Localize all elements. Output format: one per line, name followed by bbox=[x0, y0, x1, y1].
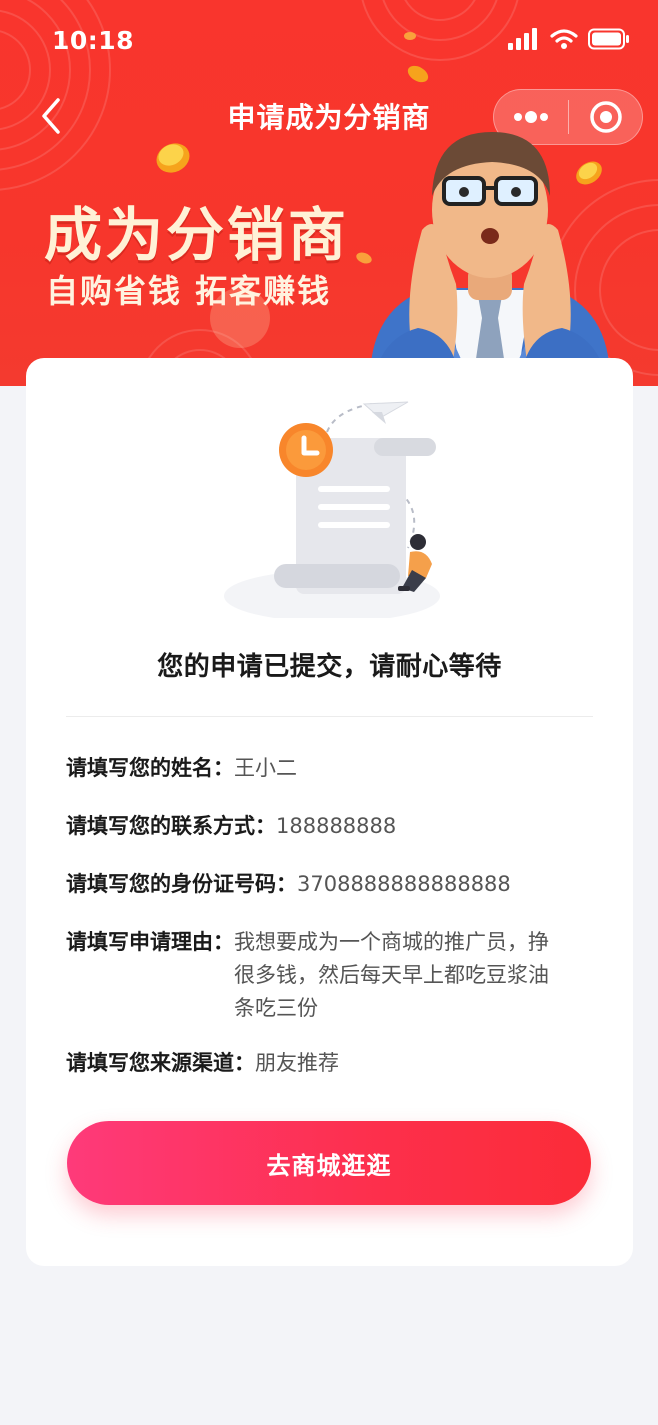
field-label: 请填写您的姓名： bbox=[66, 756, 234, 780]
hero-banner: 10:18 申请成为分销商 成为分销商 自购省钱 拓客赚钱 bbox=[0, 0, 658, 386]
signal-icon bbox=[508, 28, 537, 50]
go-shopping-button[interactable]: 去商城逛逛 bbox=[67, 1121, 591, 1205]
field-label: 请填写您的联系方式： bbox=[66, 814, 276, 838]
divider bbox=[66, 716, 593, 717]
application-submitted-illustration bbox=[224, 401, 440, 618]
submission-status-message: 您的申请已提交，请耐心等待 bbox=[157, 652, 502, 682]
banner-headline: 成为分销商 bbox=[44, 201, 350, 269]
field-label: 请填写您来源渠道： bbox=[66, 1051, 255, 1075]
battery-icon bbox=[588, 28, 629, 50]
field-label: 请填写申请理由： bbox=[66, 930, 234, 954]
businessman-mascot-illustration bbox=[369, 132, 611, 386]
field-value: 王小二 bbox=[234, 756, 297, 780]
banner-subline: 自购省钱 拓客赚钱 bbox=[46, 272, 332, 310]
field-value: 3708888888888888 bbox=[297, 872, 511, 896]
field-id-number: 请填写您的身份证号码： 3708888888888888 bbox=[66, 868, 511, 901]
field-label: 请填写您的身份证号码： bbox=[66, 872, 297, 896]
field-value: 我想要成为一个商城的推广员，挣很多钱，然后每天早上都吃豆浆油条吃三份 bbox=[234, 930, 549, 1020]
application-status-card: 您的申请已提交，请耐心等待 请填写您的姓名： 王小二 请填写您的联系方式： 18… bbox=[26, 358, 633, 1266]
field-value: 朋友推荐 bbox=[255, 1051, 339, 1075]
status-time: 10:18 bbox=[52, 26, 135, 55]
status-icons bbox=[508, 28, 630, 50]
field-reason: 请填写申请理由： 我想要成为一个商城的推广员，挣很多钱，然后每天早上都吃豆浆油条… bbox=[66, 926, 593, 1025]
wifi-icon bbox=[550, 29, 578, 49]
field-value: 188888888 bbox=[276, 814, 397, 838]
field-name: 请填写您的姓名： 王小二 bbox=[66, 752, 297, 785]
field-contact: 请填写您的联系方式： 188888888 bbox=[66, 810, 396, 843]
field-source-channel: 请填写您来源渠道： 朋友推荐 bbox=[66, 1047, 339, 1080]
